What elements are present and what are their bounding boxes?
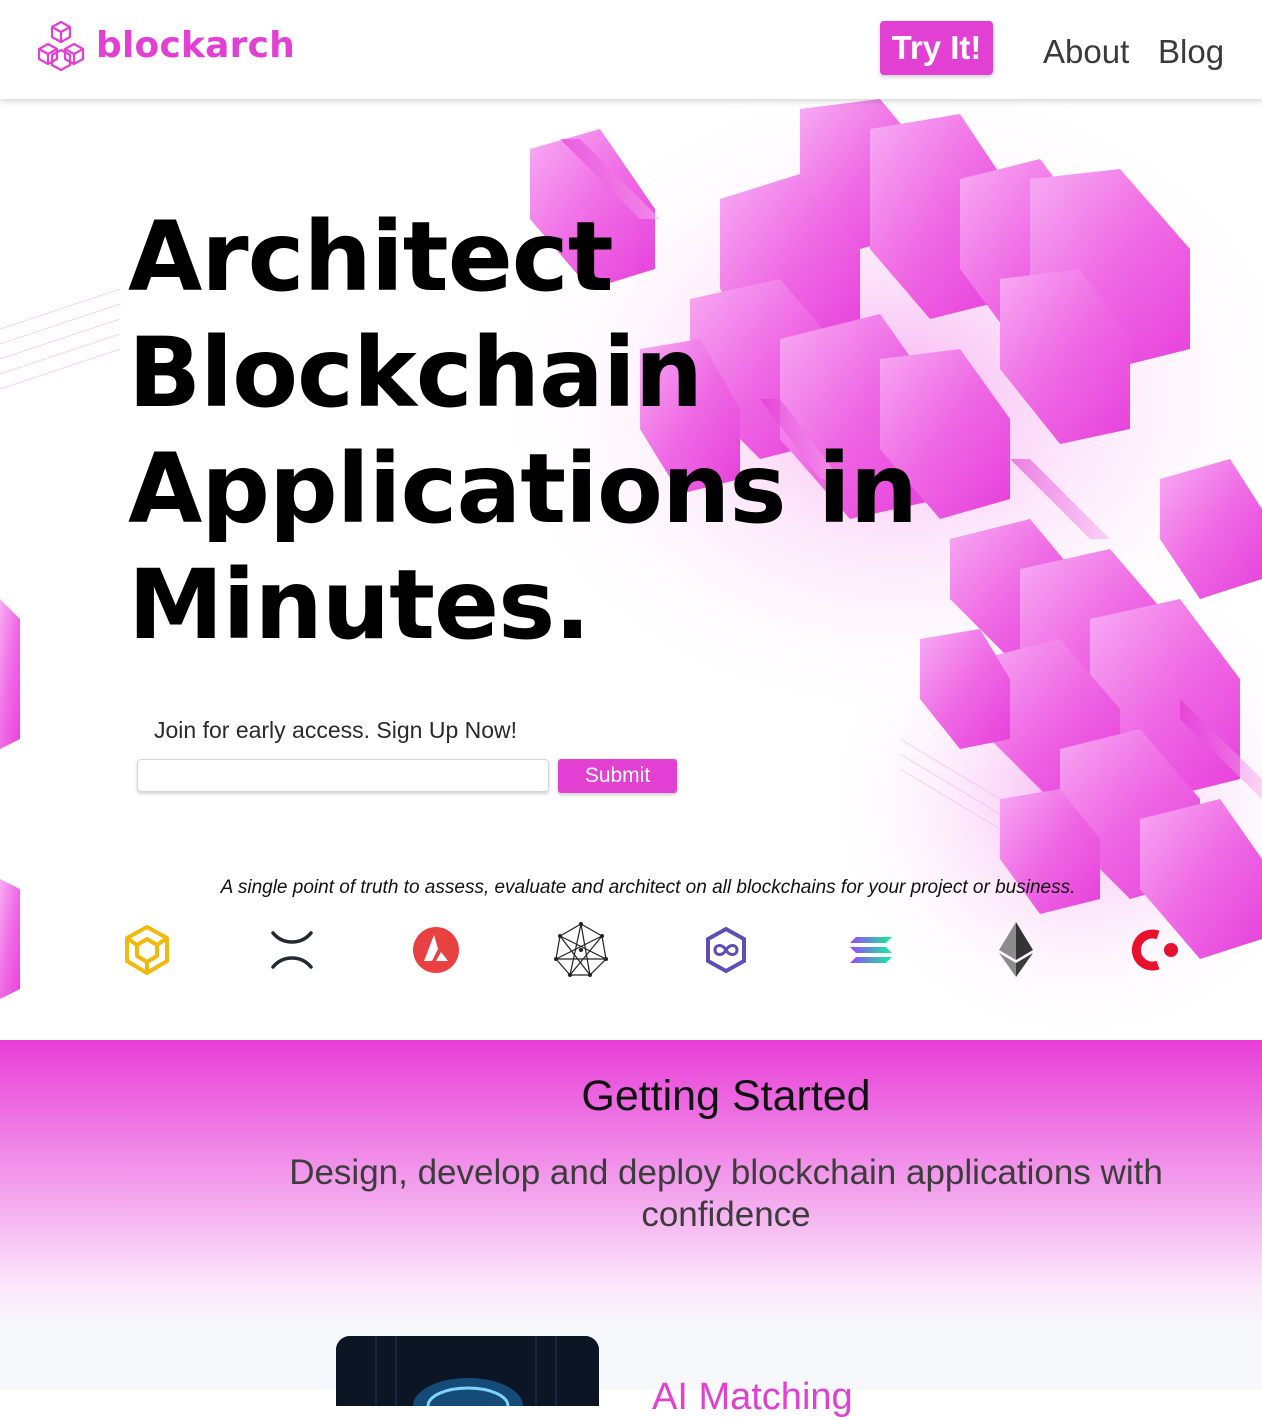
section-title: Getting Started [581,1072,871,1120]
hero-title-line: Minutes. [128,549,591,661]
tagline: A single point of truth to assess, evalu… [220,877,1076,898]
polygon-icon [695,919,757,981]
ethereum-icon [985,919,1047,981]
solana-icon [840,919,902,981]
try-it-button[interactable]: Try It! [880,21,993,75]
nav-blog-link[interactable]: Blog [1158,33,1224,71]
hedera-icon [550,919,612,981]
xrp-icon [261,919,323,981]
submit-button[interactable]: Submit [558,759,677,793]
hero-section: Architect Blockchain Applications in Min… [0,99,1262,1040]
hero-title: Architect Blockchain Applications in Min… [128,199,1028,663]
nav-about-link[interactable]: About [1043,33,1129,71]
bnb-icon [116,919,178,981]
email-input[interactable] [137,759,549,792]
section-subtitle: Design, develop and deploy blockchain ap… [289,1153,1163,1234]
hero-title-line: Architect [128,201,614,313]
brand-logo[interactable]: blockarch [34,20,295,77]
hero-title-line: Blockchain [128,317,703,429]
cubes-logo-icon [34,20,88,77]
brand-name: blockarch [96,25,295,66]
hero-title-line: Applications in [128,433,918,545]
ai-brain-image [336,1336,599,1406]
cardano-icon [1122,919,1184,981]
top-navbar: blockarch Try It! About Blog [0,0,1262,99]
avalanche-icon [405,919,467,981]
getting-started-section: Getting Started Design, develop and depl… [0,1040,1262,1418]
feature-card-title: AI Matching [652,1376,853,1418]
signup-label: Join for early access. Sign Up Now! [154,717,518,743]
